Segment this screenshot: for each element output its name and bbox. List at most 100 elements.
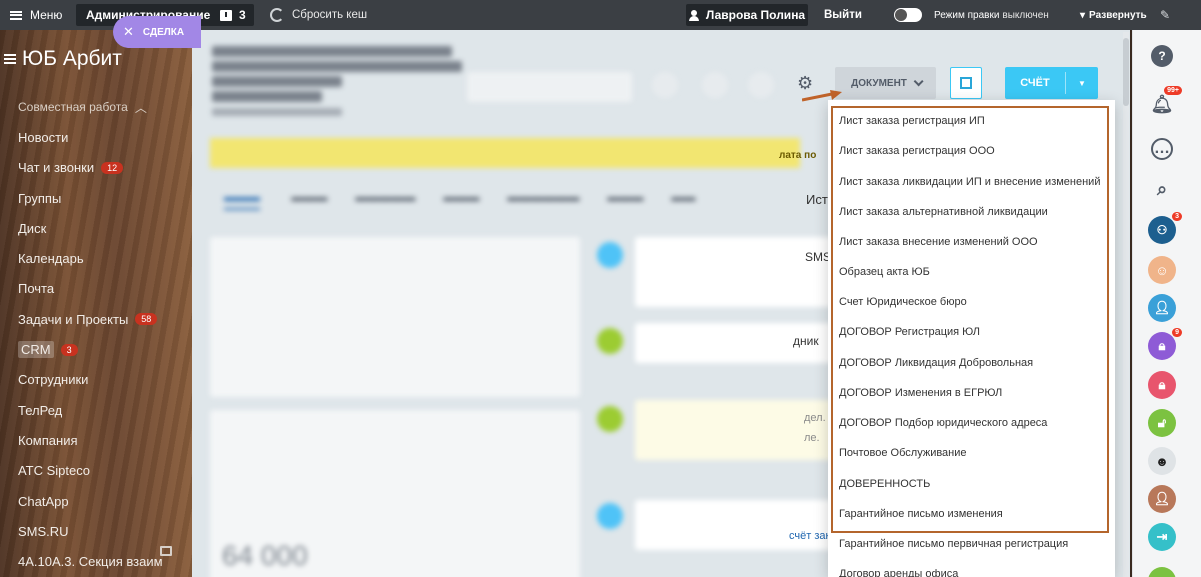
sidebar-item-crm[interactable]: CRM 3 <box>18 334 188 364</box>
expand-button[interactable]: ▾ Развернуть <box>1080 0 1147 30</box>
sidebar-item-chat[interactable]: Чат и звонки 12 <box>18 153 188 183</box>
sidebar-item-label: Почта <box>18 281 55 297</box>
user-name: Лаврова Полина <box>705 8 806 22</box>
menu-item[interactable]: ДОГОВОР Подбор юридического адреса <box>839 408 1047 438</box>
chat-icon[interactable]: … <box>1151 138 1173 160</box>
blurred-field <box>467 72 632 102</box>
notifications-badge: 99+ <box>1164 86 1182 95</box>
menu-item[interactable]: ДОВЕРЕННОСТЬ <box>839 469 930 499</box>
hamburger-icon <box>10 10 22 20</box>
chat-badge: 12 <box>101 161 124 174</box>
deal-amount: 64 000 <box>222 540 308 571</box>
deal-title-blurred <box>212 42 462 122</box>
avatar[interactable] <box>1148 567 1176 577</box>
menu-item[interactable]: Счет Юридическое бюро <box>839 287 967 317</box>
blurred-activity <box>635 400 835 460</box>
sidebar-item-disk[interactable]: Диск <box>18 213 188 243</box>
menu-item[interactable]: Гарантийное письмо изменения <box>839 499 1003 529</box>
timeline-dot <box>597 328 623 354</box>
blurred-stages <box>210 138 800 168</box>
sidebar-item-mail[interactable]: Почта <box>18 274 188 304</box>
stage-partial: лата по <box>779 150 817 161</box>
lock-icon[interactable]: 🔓︎ <box>1148 409 1176 437</box>
chevron-down-icon[interactable]: ▼ <box>1066 79 1098 88</box>
blurred-icon <box>652 72 678 98</box>
invoice-label: СЧЁТ <box>1020 77 1050 89</box>
menu-item[interactable]: Лист заказа альтернативной ликвидации <box>839 197 1048 227</box>
sidebar-item-label: Новости <box>18 129 69 145</box>
menu-item[interactable]: ДОГОВОР Ликвидация Добровольная <box>839 348 1033 378</box>
help-icon[interactable]: ? <box>1151 45 1173 67</box>
sidebar-item-chatapp[interactable]: ChatApp <box>18 486 188 516</box>
sidebar-item-label: CRM <box>18 341 54 359</box>
sidebar-item-smsru[interactable]: SMS.RU <box>18 516 188 546</box>
hamburger-icon <box>4 54 16 64</box>
reset-cache-label: Сбросить кеш <box>292 9 368 21</box>
sidebar-item-label: 4А.10А.3. Секция взаим <box>18 554 163 570</box>
bell-icon[interactable]: 🔔︎ 99+ <box>1148 86 1182 118</box>
fullscreen-button[interactable] <box>950 67 982 99</box>
sidebar-item-employees[interactable]: Сотрудники <box>18 365 188 395</box>
avatar[interactable]: 👤︎ <box>1148 485 1176 513</box>
sidebar-item-collab[interactable]: Совместная работа ︿ <box>18 92 188 122</box>
close-deal-button[interactable]: ✕ СДЕЛКА <box>113 16 201 48</box>
menu-item[interactable]: Гарантийное письмо первичная регистрация <box>839 529 1068 559</box>
notification-counter-button[interactable]: 3 <box>212 4 254 26</box>
chevron-down-icon <box>913 75 924 86</box>
document-label: ДОКУМЕНТ <box>851 77 907 89</box>
sidebar-item-news[interactable]: Новости <box>18 122 188 152</box>
menu-item[interactable]: Лист заказа регистрация ООО <box>839 136 995 166</box>
sidebar-item-company[interactable]: Компания <box>18 425 188 455</box>
avatar[interactable]: ☺ <box>1148 256 1176 284</box>
logout-button[interactable]: Выйти <box>824 0 862 30</box>
group-chat-icon[interactable]: ⚇ 3 <box>1148 212 1182 244</box>
search-icon[interactable]: ⌕ <box>1148 175 1176 203</box>
open-line-icon[interactable]: ⇥ <box>1148 523 1176 551</box>
tasks-badge: 58 <box>135 313 158 326</box>
menu-item[interactable]: Лист заказа внесение изменений ООО <box>839 227 1038 257</box>
menu-item[interactable]: ДОГОВОР Регистрация ЮЛ <box>839 317 980 347</box>
menu-button[interactable]: Меню <box>10 0 62 30</box>
sidebar-item-groups[interactable]: Группы <box>18 183 188 213</box>
avatar[interactable]: 👤︎ <box>1148 294 1176 322</box>
menu-item[interactable]: Почтовое Обслуживание <box>839 438 967 468</box>
lock-badge: 9 <box>1172 328 1182 337</box>
fullscreen-icon <box>960 77 972 89</box>
sidebar-item-calendar[interactable]: Календарь <box>18 243 188 273</box>
sidebar-item-label: Группы <box>18 190 62 206</box>
sidebar-item-label: Диск <box>18 220 47 236</box>
lock-icon[interactable]: 🔒︎ 9 <box>1148 328 1182 360</box>
chevron-down-icon: ▾ <box>1080 9 1086 21</box>
user-button[interactable]: Лаврова Полина <box>686 4 808 26</box>
sidebar-item-ats[interactable]: АТС Sipteco <box>18 456 188 486</box>
left-sidebar: ЮБ Арбит Совместная работа ︿ Новости Чат… <box>0 30 192 577</box>
sidebar-item-label: Совместная работа <box>18 100 128 115</box>
edit-mode-toggle[interactable] <box>894 8 922 22</box>
sidebar-item-telred[interactable]: ТелРед <box>18 395 188 425</box>
edit-mode-state: выключен <box>1002 9 1049 21</box>
crm-badge: 3 <box>60 343 78 356</box>
close-icon: ✕ <box>123 24 134 39</box>
menu-item[interactable]: Образец акта ЮБ <box>839 257 930 287</box>
sidebar-item-label: ChatApp <box>18 493 69 509</box>
sidebar-item-label: SMS.RU <box>18 523 69 539</box>
lock-icon[interactable]: 🔒︎ <box>1148 371 1176 399</box>
document-button[interactable]: ДОКУМЕНТ <box>835 67 936 99</box>
sidebar-item-label: Задачи и Проекты <box>18 311 129 327</box>
menu-item[interactable]: Договор аренды офиса <box>839 559 958 577</box>
sidebar-item-tasks[interactable]: Задачи и Проекты 58 <box>18 304 188 334</box>
right-rail: ? 🔔︎ 99+ … ⌕ ⚇ 3 ☺ 👤︎ 🔒︎ 9 🔒︎ 🔓︎ ☻ 👤︎ ⇥ <box>1132 30 1201 577</box>
notification-icon <box>220 9 232 21</box>
scrollbar[interactable] <box>1123 32 1129 577</box>
menu-item[interactable]: Лист заказа регистрация ИП <box>839 106 985 136</box>
menu-item[interactable]: Лист заказа ликвидации ИП и внесение изм… <box>839 167 1100 197</box>
brand[interactable]: ЮБ Арбит <box>0 47 122 71</box>
pin-icon[interactable]: ✎ <box>1160 0 1170 30</box>
tab-partial[interactable]: Ист <box>806 192 828 207</box>
invoice-button[interactable]: СЧЁТ ▼ <box>1005 67 1098 99</box>
avatar[interactable]: ☻ <box>1148 447 1176 475</box>
reset-cache-button[interactable]: Сбросить кеш <box>270 0 367 30</box>
menu-item[interactable]: ДОГОВОР Изменения в ЕГРЮЛ <box>839 378 1002 408</box>
brand-title: ЮБ Арбит <box>22 47 122 70</box>
printer-icon[interactable] <box>160 546 172 556</box>
